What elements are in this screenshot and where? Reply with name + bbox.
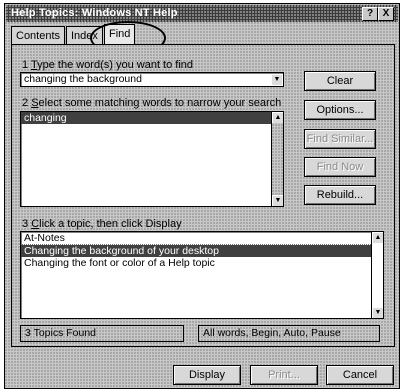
display-button[interactable]: Display bbox=[173, 365, 241, 385]
topics-list[interactable]: At-Notes Changing the background of your… bbox=[20, 231, 384, 319]
step3-label: 3 Click a topic, then click Display bbox=[22, 218, 182, 230]
clear-button[interactable]: Clear bbox=[304, 71, 376, 91]
options-button[interactable]: Options... bbox=[304, 100, 376, 120]
find-now-button[interactable]: Find Now bbox=[304, 157, 376, 177]
topics-found-status: 3 Topics Found bbox=[20, 325, 184, 342]
search-mode-status: All words, Begin, Auto, Pause bbox=[198, 325, 380, 342]
find-words-value: changing the background bbox=[24, 73, 142, 85]
help-topics-dialog: Help Topics: Windows NT Help ? X Content… bbox=[4, 3, 400, 389]
tab-find[interactable]: Find bbox=[104, 24, 136, 45]
tab-contents[interactable]: Contents bbox=[11, 26, 66, 45]
cancel-button[interactable]: Cancel bbox=[326, 365, 394, 385]
window-title: Help Topics: Windows NT Help bbox=[11, 7, 178, 19]
topics-scrollbar[interactable]: ▲ ▼ bbox=[371, 232, 383, 318]
scroll-down-icon[interactable]: ▼ bbox=[372, 307, 383, 318]
tab-index[interactable]: Index bbox=[66, 26, 103, 45]
step1-label: 1 Type the word(s) you want to find bbox=[22, 59, 194, 71]
find-similar-button[interactable]: Find Similar... bbox=[304, 129, 376, 149]
step2-label: 2 Select some matching words to narrow y… bbox=[22, 97, 282, 109]
title-bar: Help Topics: Windows NT Help ? X bbox=[6, 5, 398, 22]
list-item[interactable]: changing bbox=[21, 112, 271, 124]
close-button[interactable]: X bbox=[378, 7, 394, 21]
list-item[interactable]: Changing the background of your desktop bbox=[21, 245, 371, 257]
list-item[interactable]: Changing the font or color of a Help top… bbox=[21, 257, 371, 269]
list-item[interactable]: At-Notes bbox=[21, 232, 371, 245]
dropdown-arrow-icon[interactable]: ▼ bbox=[271, 74, 282, 85]
find-tab-panel: 1 Type the word(s) you want to find chan… bbox=[11, 44, 395, 347]
print-button[interactable]: Print... bbox=[250, 365, 318, 385]
scroll-down-icon[interactable]: ▼ bbox=[272, 195, 283, 206]
scroll-up-icon[interactable]: ▲ bbox=[272, 112, 283, 123]
help-question-button[interactable]: ? bbox=[362, 7, 378, 21]
matching-words-scrollbar[interactable]: ▲ ▼ bbox=[271, 112, 283, 206]
matching-words-list[interactable]: changing ▲ ▼ bbox=[20, 111, 284, 207]
scroll-up-icon[interactable]: ▲ bbox=[372, 232, 383, 243]
find-words-input[interactable]: changing the background ▼ bbox=[20, 72, 284, 87]
rebuild-button[interactable]: Rebuild... bbox=[304, 185, 376, 205]
